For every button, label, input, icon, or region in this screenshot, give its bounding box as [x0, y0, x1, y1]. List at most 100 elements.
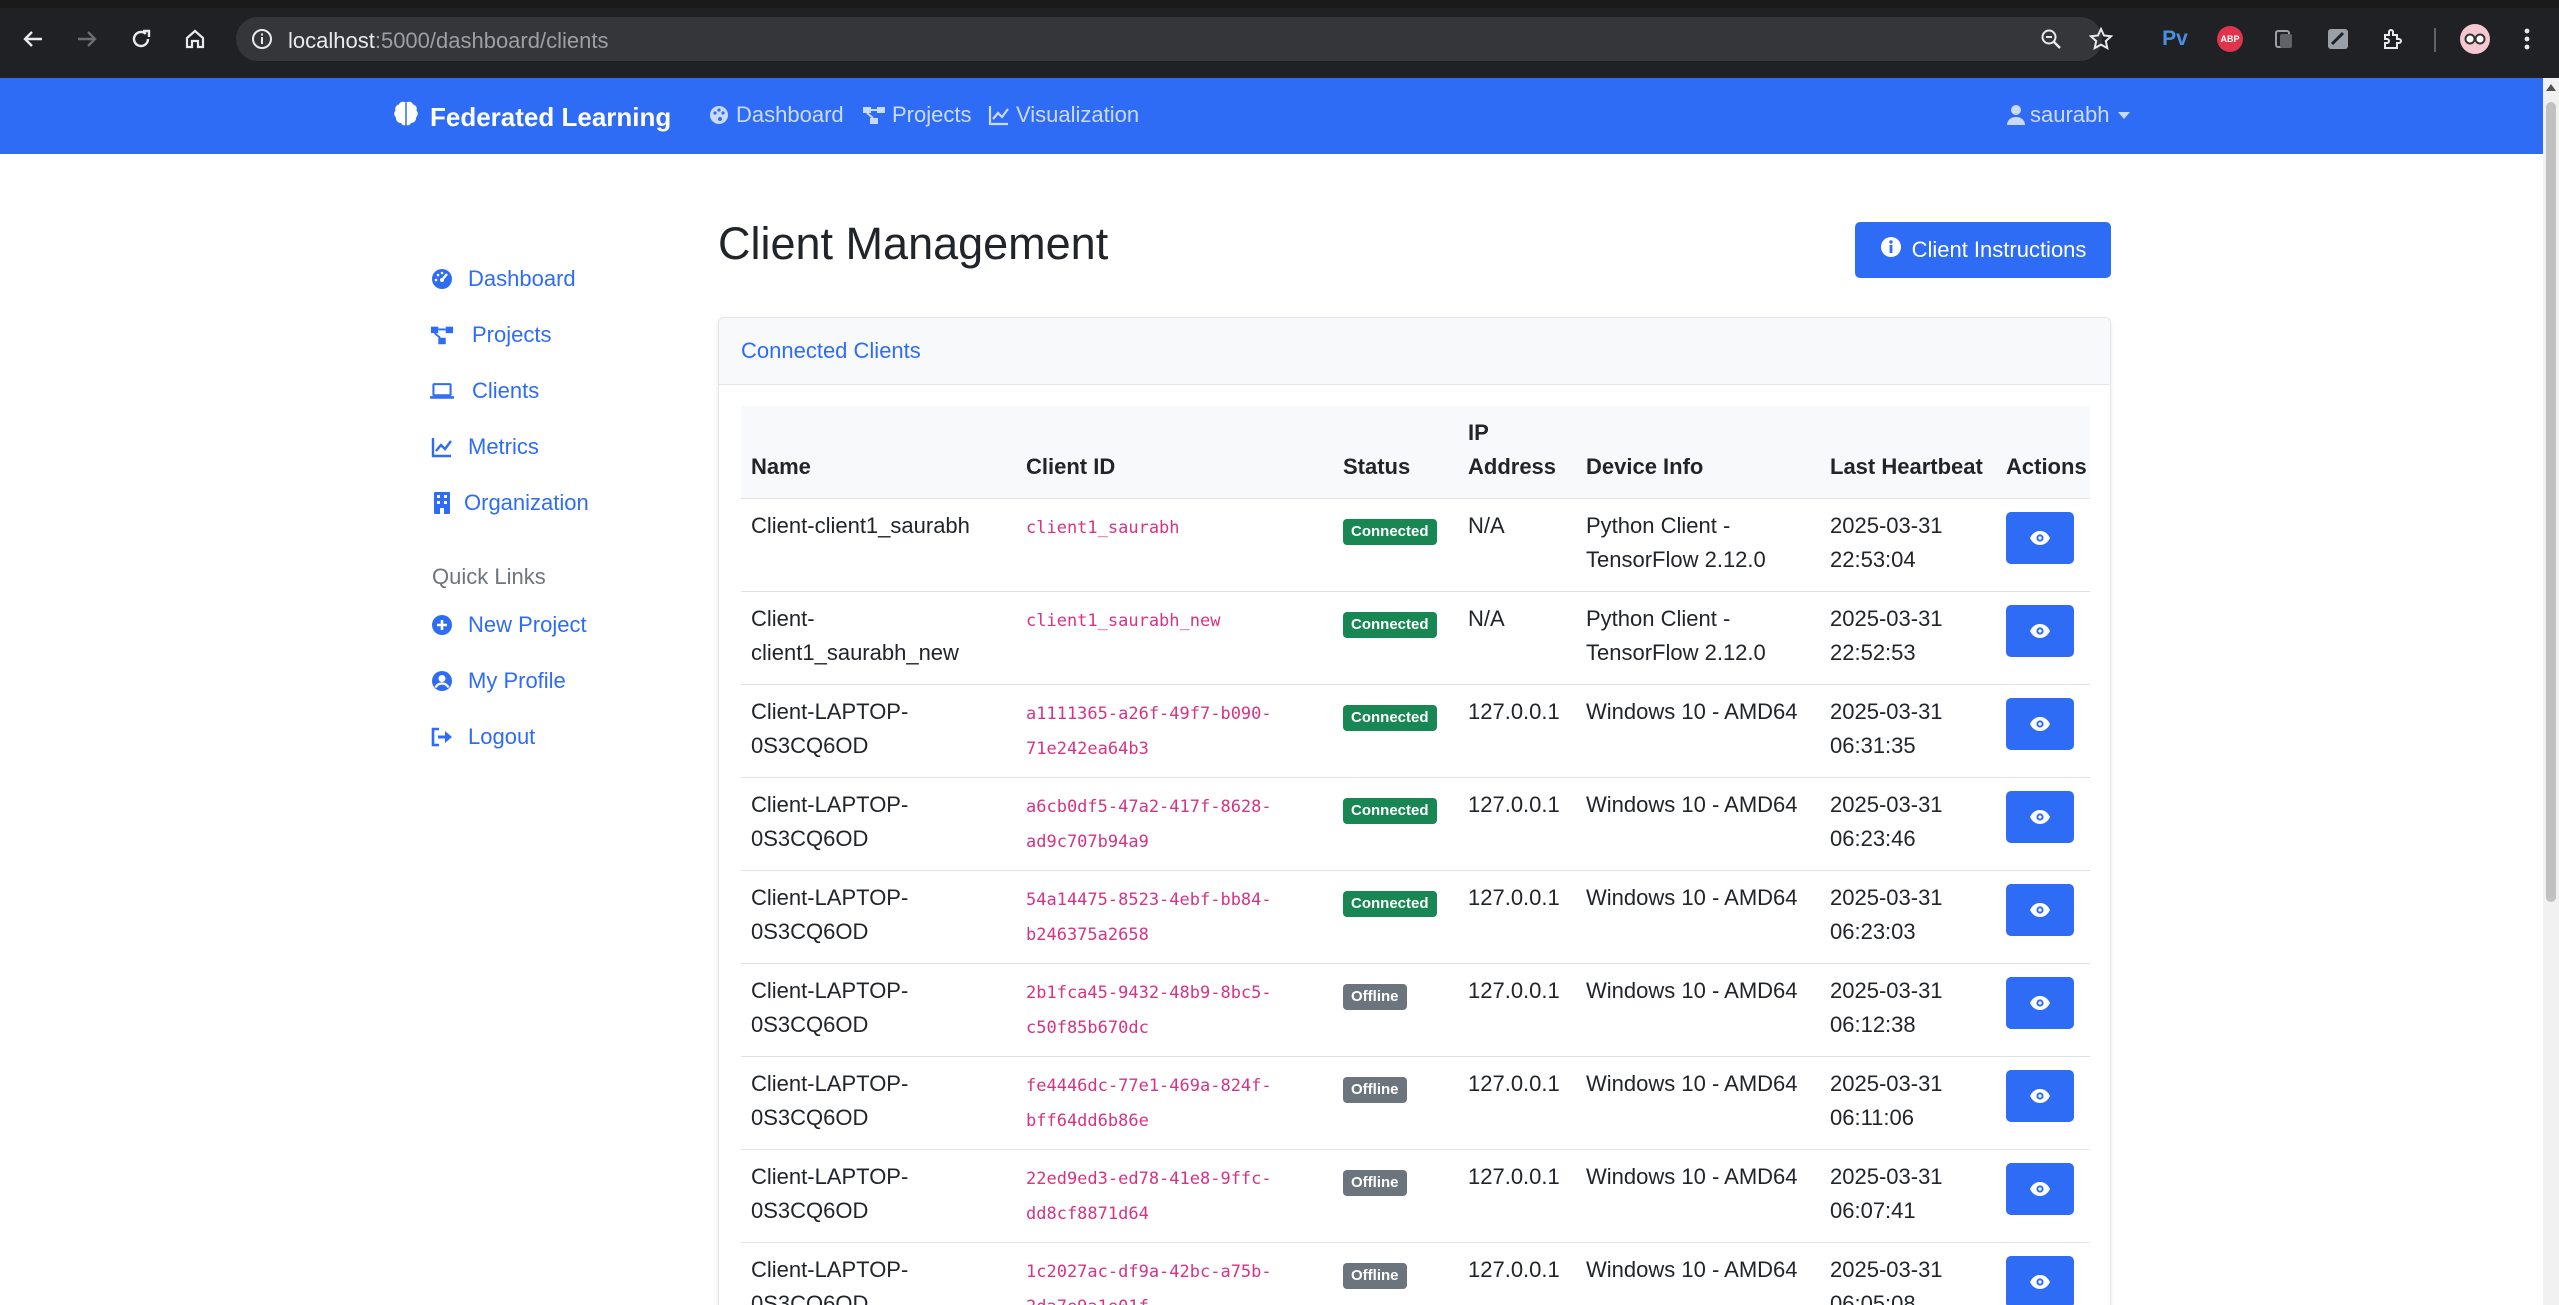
- address-bar[interactable]: localhost:5000/dashboard/clients: [236, 17, 2113, 61]
- view-client-button[interactable]: [2006, 977, 2074, 1029]
- last-heartbeat-cell: 2025-03-31 06:23:03: [1820, 870, 1996, 964]
- view-client-button[interactable]: [2006, 605, 2074, 657]
- client-name-cell: Client-LAPTOP-0S3CQ6OD: [741, 963, 1016, 1057]
- eye-icon: [2030, 1089, 2050, 1103]
- site-info-icon[interactable]: [248, 25, 276, 53]
- sidebar-item-label: Clients: [472, 378, 540, 403]
- nav-link-projects[interactable]: Projects: [862, 102, 971, 128]
- column-header-name[interactable]: Name: [741, 406, 1016, 499]
- client-name-cell: Client-LAPTOP-0S3CQ6OD: [741, 777, 1016, 871]
- view-client-button[interactable]: [2006, 1163, 2074, 1215]
- actions-cell: [1996, 684, 2090, 778]
- table-row: Client-client1_saurabh client1_saurabh Con…: [741, 498, 2090, 592]
- quick-link-my-profile[interactable]: My Profile: [430, 668, 566, 694]
- extensions-puzzle-icon[interactable]: [2376, 22, 2410, 56]
- actions-cell: [1996, 498, 2090, 592]
- sidebar-item-dashboard[interactable]: Dashboard: [430, 266, 576, 292]
- sidebar-item-label: Projects: [472, 322, 552, 347]
- page-scrollbar[interactable]: [2543, 78, 2559, 1305]
- nav-link-dashboard[interactable]: Dashboard: [708, 102, 844, 128]
- url-text[interactable]: localhost:5000/dashboard/clients: [288, 28, 608, 54]
- home-icon[interactable]: [178, 22, 212, 56]
- column-header-client-id[interactable]: Client ID: [1016, 406, 1333, 499]
- view-client-button[interactable]: [2006, 512, 2074, 564]
- sidebar-item-projects[interactable]: Projects: [430, 322, 551, 348]
- chart-line-icon: [988, 106, 1009, 126]
- adblock-extension-icon[interactable]: ABP: [2213, 22, 2247, 56]
- device-info-cell: Windows 10 - AMD64: [1576, 777, 1820, 871]
- column-header-status[interactable]: Status: [1333, 406, 1458, 499]
- status-cell: Connected: [1333, 777, 1458, 871]
- status-cell: Connected: [1333, 591, 1458, 685]
- sidebar-item-clients[interactable]: Clients: [430, 378, 539, 404]
- status-cell: Offline: [1333, 963, 1458, 1057]
- client-name-cell: Client-LAPTOP-0S3CQ6OD: [741, 684, 1016, 778]
- table-header-row: Name Client ID Status IP Address Device …: [741, 406, 2090, 499]
- extension-slash-icon[interactable]: [2321, 22, 2355, 56]
- client-name-cell: Client-LAPTOP-0S3CQ6OD: [741, 1242, 1016, 1305]
- client-id-cell: 54a14475-8523-4ebf-bb84-b246375a2658: [1016, 870, 1333, 964]
- quick-link-logout[interactable]: Logout: [430, 724, 535, 750]
- user-icon: [2007, 105, 2025, 125]
- quick-links-heading: Quick Links: [432, 564, 546, 589]
- nav-link-label: Projects: [892, 102, 972, 127]
- table-row: Client-LAPTOP-0S3CQ6OD a6cb0df5-47a2-417f…: [741, 777, 2090, 871]
- clients-card: Connected Clients Name Client ID Status …: [718, 317, 2111, 1305]
- table-row: Client-LAPTOP-0S3CQ6OD a1111365-a26f-49f7…: [741, 684, 2090, 778]
- column-header-device-info[interactable]: Device Info: [1576, 406, 1820, 499]
- last-heartbeat-cell: 2025-03-31 06:11:06: [1820, 1056, 1996, 1150]
- last-heartbeat-cell: 2025-03-31 06:07:41: [1820, 1149, 1996, 1243]
- eye-icon: [2030, 1182, 2050, 1196]
- last-heartbeat-cell: 2025-03-31 06:12:38: [1820, 963, 1996, 1057]
- url-host: localhost: [288, 28, 375, 53]
- browser-menu-icon[interactable]: [2510, 22, 2544, 56]
- view-client-button[interactable]: [2006, 1256, 2074, 1305]
- status-badge: Connected: [1343, 519, 1437, 545]
- tab-manager-extension-icon[interactable]: [2267, 22, 2301, 56]
- status-cell: Connected: [1333, 870, 1458, 964]
- device-info-cell: Python Client - TensorFlow 2.12.0: [1576, 498, 1820, 592]
- eye-icon: [2030, 717, 2050, 731]
- profile-avatar-icon[interactable]: [2458, 22, 2492, 56]
- eye-icon: [2030, 624, 2050, 638]
- brand-link[interactable]: Federated Learning: [392, 100, 671, 135]
- nav-link-visualization[interactable]: Visualization: [988, 102, 1139, 128]
- client-name-cell: Client-LAPTOP-0S3CQ6OD: [741, 1149, 1016, 1243]
- back-icon[interactable]: [16, 22, 50, 56]
- zoom-icon[interactable]: [2038, 26, 2064, 52]
- toolbar-divider: [2434, 28, 2436, 52]
- client-instructions-button[interactable]: Client Instructions: [1855, 222, 2111, 278]
- status-badge: Connected: [1343, 705, 1437, 731]
- ip-address-cell: 127.0.0.1: [1458, 1242, 1576, 1305]
- view-client-button[interactable]: [2006, 884, 2074, 936]
- bookmark-star-icon[interactable]: [2088, 26, 2114, 52]
- clients-table-body: Client-client1_saurabh client1_saurabh Con…: [741, 498, 2090, 1305]
- user-name: saurabh: [2030, 102, 2110, 127]
- forward-icon[interactable]: [70, 22, 104, 56]
- client-id-cell: client1_saurabh: [1016, 498, 1333, 592]
- table-row: Client-LAPTOP-0S3CQ6OD 2b1fca45-9432-48b9…: [741, 963, 2090, 1057]
- quick-link-new-project[interactable]: New Project: [430, 612, 587, 638]
- view-client-button[interactable]: [2006, 1070, 2074, 1122]
- clients-table: Name Client ID Status IP Address Device …: [741, 406, 2090, 1305]
- reload-icon[interactable]: [124, 22, 158, 56]
- table-row: Client-LAPTOP-0S3CQ6OD fe4446dc-77e1-469a…: [741, 1056, 2090, 1150]
- status-badge: Offline: [1343, 984, 1407, 1010]
- scroll-up-arrow-icon[interactable]: [2546, 84, 2556, 91]
- column-header-last-heartbeat[interactable]: Last Heartbeat: [1820, 406, 1996, 499]
- status-cell: Offline: [1333, 1242, 1458, 1305]
- scrollbar-thumb[interactable]: [2546, 102, 2556, 902]
- column-header-ip-address[interactable]: IP Address: [1458, 406, 1576, 499]
- ip-address-cell: 127.0.0.1: [1458, 1056, 1576, 1150]
- view-client-button[interactable]: [2006, 698, 2074, 750]
- last-heartbeat-cell: 2025-03-31 06:23:46: [1820, 777, 1996, 871]
- sidebar-item-organization[interactable]: Organization: [430, 490, 589, 516]
- url-path: :5000/dashboard/clients: [374, 28, 609, 53]
- user-dropdown[interactable]: saurabh: [2006, 102, 2130, 128]
- pv-extension-icon[interactable]: Pv: [2158, 22, 2192, 56]
- top-navbar: Federated Learning Dashboard Projects Vi…: [0, 78, 2543, 154]
- client-id-cell: a1111365-a26f-49f7-b090-71e242ea64b3: [1016, 684, 1333, 778]
- eye-icon: [2030, 531, 2050, 545]
- view-client-button[interactable]: [2006, 791, 2074, 843]
- sidebar-item-metrics[interactable]: Metrics: [430, 434, 539, 460]
